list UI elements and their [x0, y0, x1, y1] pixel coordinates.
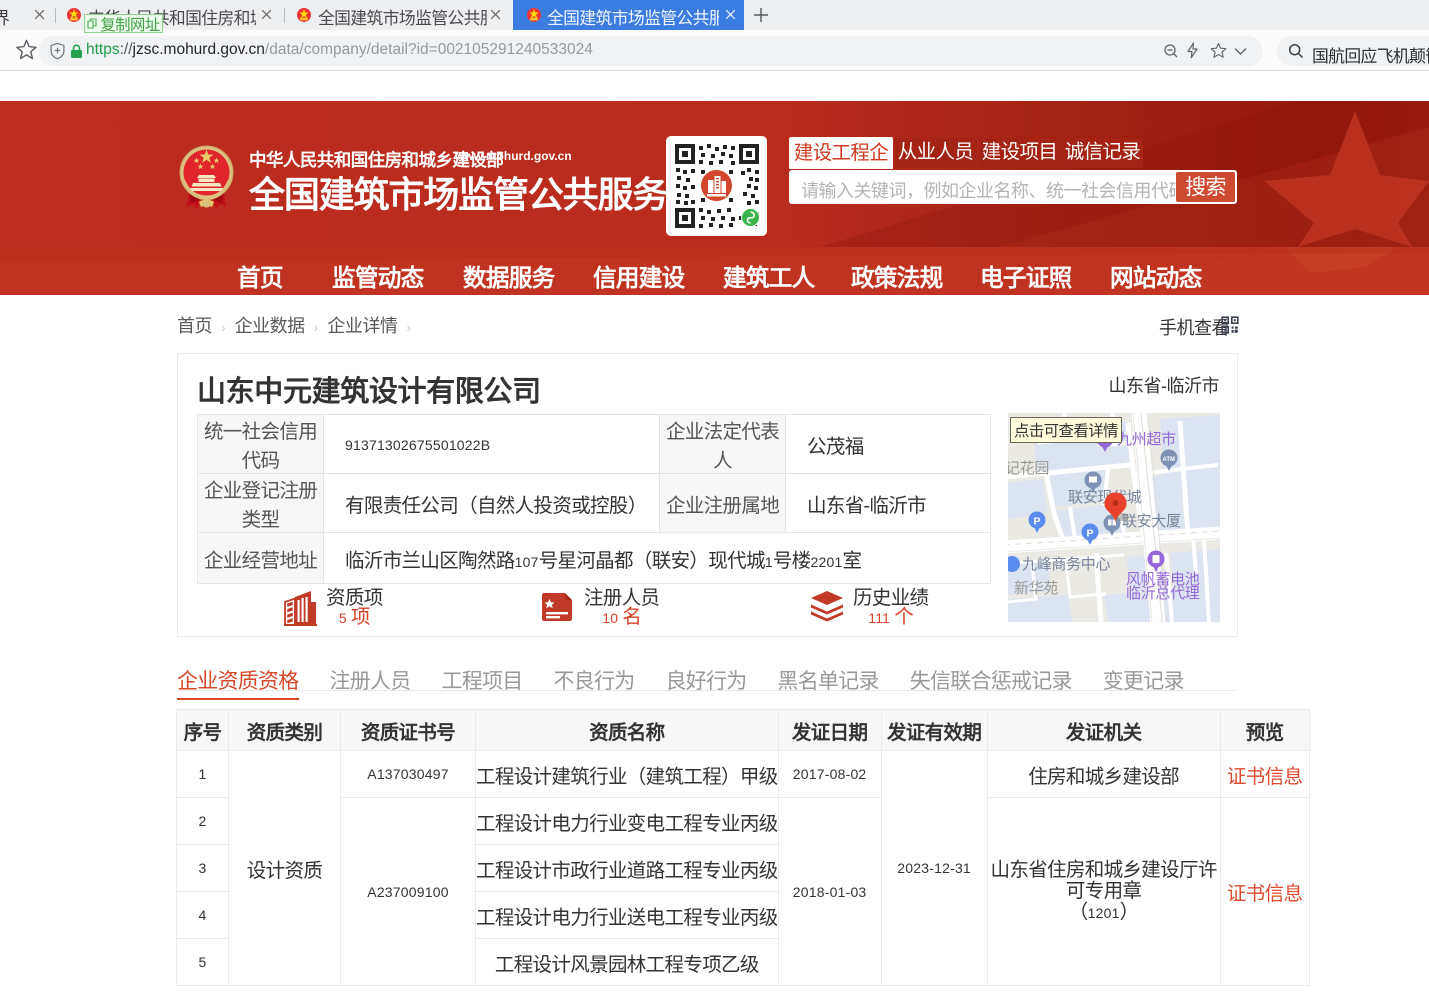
svg-text:临沂总代理: 临沂总代理 [1126, 585, 1200, 602]
svg-text:联安大厦: 联安大厦 [1122, 513, 1181, 530]
svg-text:新华苑: 新华苑 [1014, 580, 1058, 597]
svg-text:ATM: ATM [1163, 457, 1176, 463]
svg-text:九州超市: 九州超市 [1117, 431, 1176, 448]
svg-text:记花园: 记花园 [1008, 460, 1049, 477]
svg-text:P: P [1034, 516, 1041, 528]
svg-text:P: P [1087, 528, 1094, 540]
svg-text:九峰商务中心: 九峰商务中心 [1022, 556, 1111, 573]
